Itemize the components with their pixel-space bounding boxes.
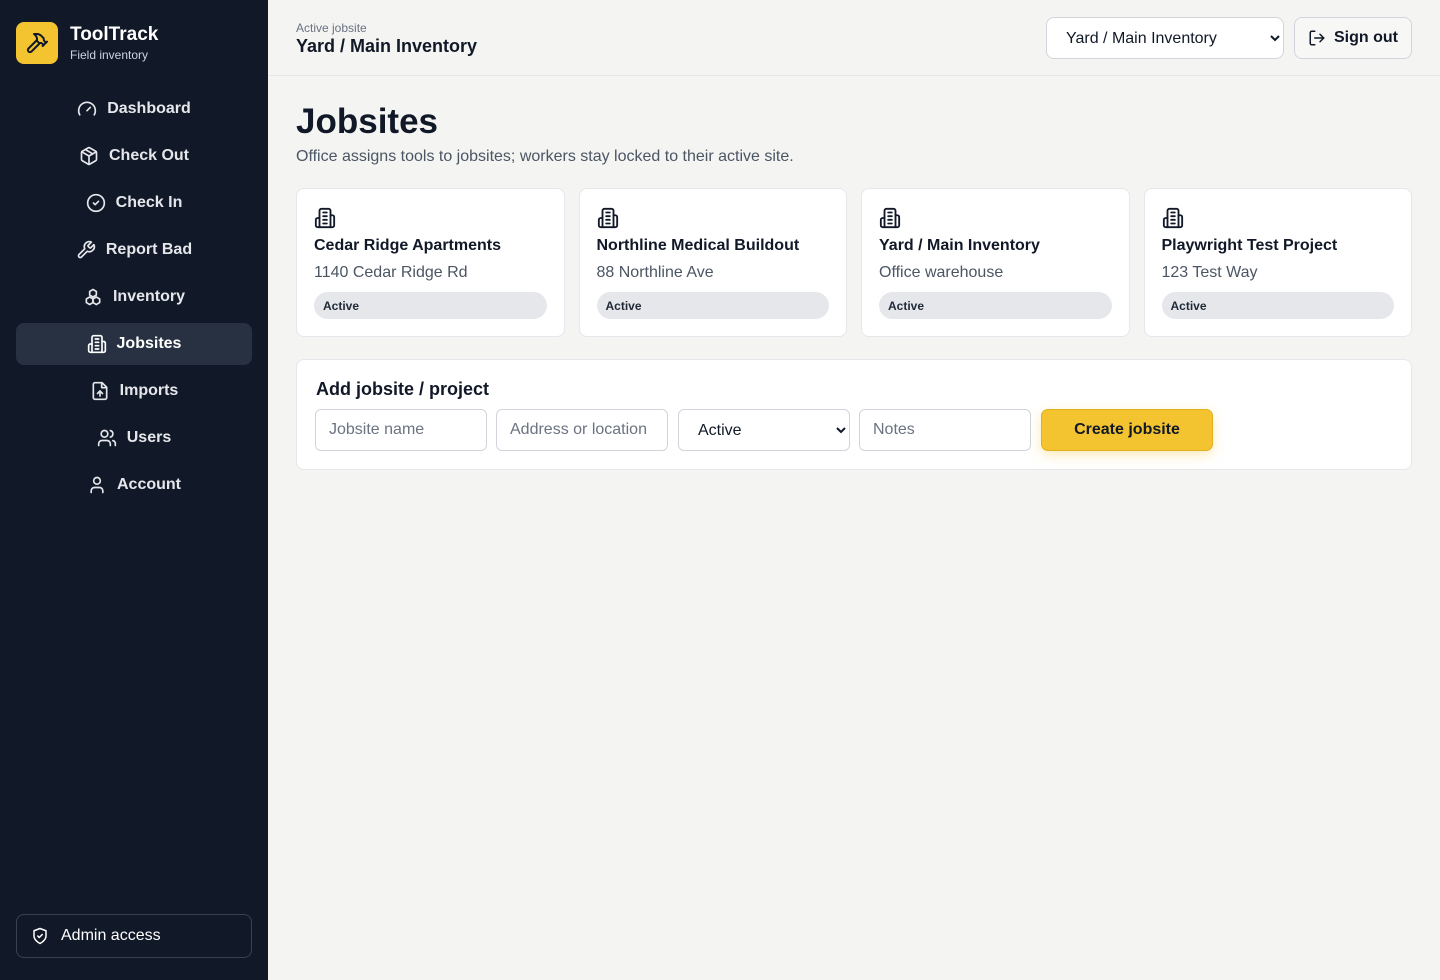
status-select[interactable]: Active <box>678 409 850 451</box>
package-icon <box>80 146 98 166</box>
jobsite-card[interactable]: Northline Medical Buildout 88 Northline … <box>578 188 847 337</box>
boxes-icon <box>85 288 101 306</box>
sign-out-button[interactable]: Sign out <box>1294 17 1412 59</box>
sidebar-item-dashboard[interactable]: Dashboard <box>16 88 252 130</box>
building-icon <box>87 334 106 354</box>
sidebar-item-check-out[interactable]: Check Out <box>16 135 252 177</box>
active-jobsite-label: Active jobsite <box>296 21 367 35</box>
building-icon <box>314 207 336 229</box>
sidebar-item-inventory[interactable]: Inventory <box>16 276 252 318</box>
building-icon <box>597 207 618 229</box>
sidebar-item-users[interactable]: Users <box>16 417 252 459</box>
brand-subtitle: Field inventory <box>70 47 149 62</box>
jobsite-card[interactable]: Yard / Main Inventory Office warehouse A… <box>861 188 1130 337</box>
page-subtitle: Office assigns tools to jobsites; worker… <box>296 148 794 165</box>
jobsite-cards: Cedar Ridge Apartments 1140 Cedar Ridge … <box>296 188 1412 337</box>
building-icon <box>879 207 901 229</box>
shield-check-icon <box>33 927 47 945</box>
page-title: Jobsites <box>296 102 438 141</box>
brand: ToolTrack Field inventory <box>16 22 158 64</box>
jobsite-name: Cedar Ridge Apartments <box>314 237 501 254</box>
sidebar-nav: Dashboard Check Out Check In Report Bad … <box>16 88 252 511</box>
file-upload-icon <box>92 381 108 401</box>
sidebar-item-label: Users <box>126 429 172 446</box>
jobsite-card[interactable]: Playwright Test Project 123 Test Way Act… <box>1143 188 1412 337</box>
wrench-icon <box>77 240 96 259</box>
jobsite-name: Yard / Main Inventory <box>879 237 1040 254</box>
status-badge: Active <box>314 292 547 319</box>
jobsite-address: 88 Northline Ave <box>596 264 714 281</box>
create-jobsite-button[interactable]: Create jobsite <box>1041 409 1213 451</box>
add-jobsite-title: Add jobsite / project <box>316 379 490 399</box>
sidebar-item-label: Dashboard <box>107 100 191 117</box>
gauge-icon <box>78 101 97 116</box>
sidebar-item-label: Report Bad <box>105 241 193 258</box>
notes-input[interactable] <box>859 409 1031 451</box>
sidebar-item-label: Inventory <box>112 288 185 305</box>
jobsite-name: Northline Medical Buildout <box>596 237 800 254</box>
address-input[interactable] <box>496 409 668 451</box>
users-icon <box>97 429 116 447</box>
sidebar-item-imports[interactable]: Imports <box>16 370 252 412</box>
sidebar-item-account[interactable]: Account <box>16 464 252 506</box>
jobsite-name: Playwright Test Project <box>1161 237 1338 254</box>
active-jobsite-name: Yard / Main Inventory <box>296 36 478 56</box>
sidebar-item-jobsites[interactable]: Jobsites <box>16 323 252 365</box>
admin-access-label: Admin access <box>61 927 161 944</box>
jobsite-card[interactable]: Cedar Ridge Apartments 1140 Cedar Ridge … <box>296 188 565 337</box>
sidebar: ToolTrack Field inventory Dashboard Chec… <box>0 0 268 980</box>
jobsite-select[interactable]: Yard / Main Inventory <box>1046 17 1284 59</box>
log-out-icon <box>1309 30 1325 46</box>
sidebar-item-report-bad[interactable]: Report Bad <box>16 229 252 271</box>
status-badge: Active <box>1161 292 1394 319</box>
sidebar-item-check-in[interactable]: Check In <box>16 182 252 224</box>
sidebar-item-label: Account <box>117 476 181 493</box>
sign-out-label: Sign out <box>1334 29 1398 46</box>
admin-access-badge: Admin access <box>16 914 252 958</box>
status-badge: Active <box>879 292 1112 319</box>
brand-logo <box>16 22 58 64</box>
status-badge: Active <box>596 292 829 319</box>
sidebar-item-label: Check Out <box>108 147 189 164</box>
brand-name: ToolTrack <box>70 23 159 45</box>
check-circle-icon <box>86 193 105 213</box>
jobsite-address: 1140 Cedar Ridge Rd <box>314 264 468 281</box>
jobsite-address: Office warehouse <box>879 264 1004 281</box>
jobsite-name-input[interactable] <box>315 409 487 451</box>
add-jobsite-panel: Add jobsite / project Active Create jobs… <box>296 359 1412 470</box>
hammer-icon <box>26 32 48 54</box>
user-icon <box>90 476 104 494</box>
jobsite-address: 123 Test Way <box>1161 264 1258 281</box>
building-icon <box>1162 207 1183 229</box>
sidebar-item-label: Imports <box>119 382 179 399</box>
sidebar-item-label: Jobsites <box>116 335 182 352</box>
top-bar: Active jobsite Yard / Main Inventory Yar… <box>268 0 1440 76</box>
sidebar-item-label: Check In <box>115 194 183 211</box>
